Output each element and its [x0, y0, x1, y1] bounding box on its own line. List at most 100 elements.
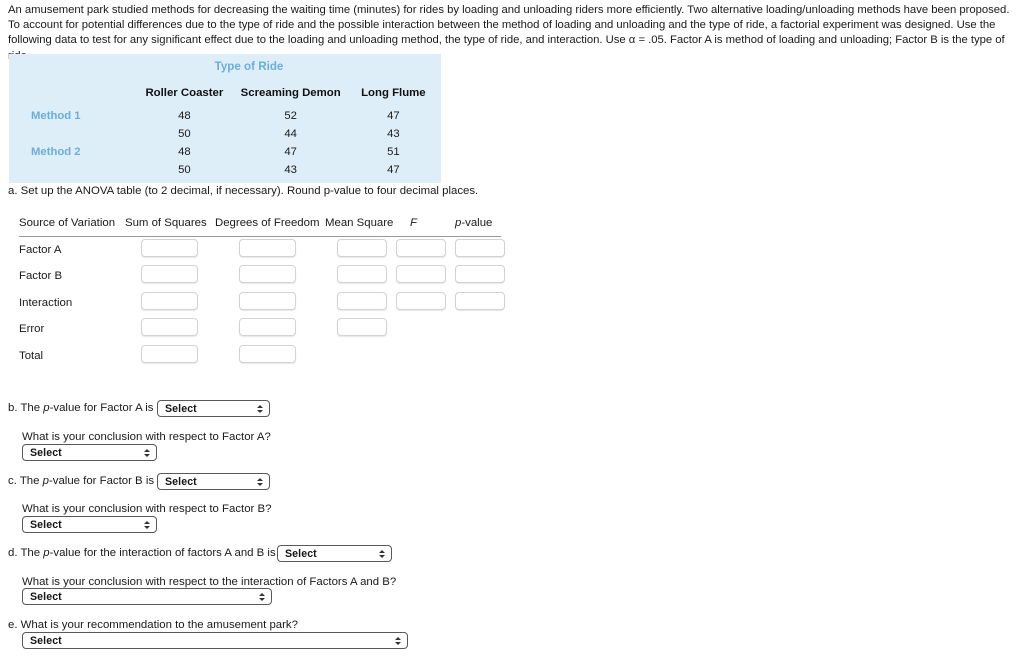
part-d-conclusion-question: What is your conclusion with respect to …: [22, 576, 397, 588]
updown-arrow-icon: [143, 446, 150, 461]
select-pvalue-factor-b[interactable]: Select: [157, 473, 270, 490]
part-c-prompt: c. The p-value for Factor B is: [8, 475, 154, 487]
cell-m1-roller: 48: [178, 110, 191, 122]
header-long-flume: Long Flume: [361, 87, 426, 99]
input-factor-b-df[interactable]: [239, 265, 296, 284]
updown-arrow-icon: [378, 547, 385, 562]
anova-header-source: Source of Variation: [19, 217, 116, 229]
table-row: 50 43 47: [9, 161, 441, 179]
anova-row-total: Total: [19, 343, 501, 369]
anova-label-factor-b: Factor B: [19, 270, 63, 283]
pvalue-italic-p: p: [455, 217, 462, 229]
input-factor-a-ms[interactable]: [337, 239, 387, 257]
input-error-ms[interactable]: [337, 318, 387, 337]
input-factor-b-f[interactable]: [396, 265, 446, 284]
input-error-ss[interactable]: [141, 318, 198, 337]
anova-header-df: Degrees of Freedom: [215, 217, 320, 229]
row-label-blank-1: [9, 125, 133, 143]
part-d-prompt-pre: d. The: [8, 547, 44, 559]
select-pvalue-interaction-value: Select: [285, 548, 317, 560]
input-interaction-p[interactable]: [455, 291, 505, 310]
updown-arrow-icon: [258, 590, 265, 605]
input-interaction-ss[interactable]: [141, 291, 198, 310]
table-row: 50 44 43: [9, 125, 441, 143]
part-c-prompt-post: -value for Factor B is: [48, 475, 155, 487]
input-error-df[interactable]: [239, 318, 296, 337]
input-total-ss[interactable]: [141, 344, 198, 363]
data-table-title: Type of Ride: [214, 60, 284, 73]
select-recommendation-value: Select: [30, 635, 62, 647]
anova-label-factor-a: Factor A: [19, 244, 62, 256]
anova-header-ss: Sum of Squares: [125, 217, 207, 229]
input-factor-a-ss[interactable]: [141, 239, 198, 257]
input-factor-b-p[interactable]: [455, 265, 505, 284]
anova-label-interaction: Interaction: [19, 296, 73, 309]
header-blank: [9, 84, 133, 107]
part-b-prompt-post: -value for Factor A is: [49, 402, 154, 414]
input-interaction-f[interactable]: [396, 291, 446, 310]
part-a-instruction: a. Set up the ANOVA table (to 2 decimal,…: [8, 185, 479, 197]
part-d-prompt: d. The p-value for the interaction of fa…: [8, 547, 276, 559]
select-conclusion-factor-b[interactable]: Select: [22, 516, 157, 533]
part-c-conclusion-question: What is your conclusion with respect to …: [22, 503, 272, 515]
updown-arrow-icon: [143, 518, 150, 533]
anova-header-pvalue: p-value: [455, 217, 493, 229]
input-factor-b-ss[interactable]: [141, 265, 198, 284]
anova-row-interaction: Interaction: [19, 290, 505, 316]
part-b-conclusion-question: What is your conclusion with respect to …: [22, 431, 271, 443]
cell-m1b-demon: 44: [284, 128, 297, 140]
anova-row-factor-b: Factor B: [19, 263, 505, 289]
select-conclusion-factor-a-value: Select: [30, 447, 62, 459]
cell-m1-flume: 47: [387, 110, 400, 122]
select-pvalue-factor-a-value: Select: [165, 403, 197, 415]
ride-data-grid: Roller Coaster Screaming Demon Long Flum…: [9, 84, 441, 179]
part-e-question: e. What is your recommendation to the am…: [8, 619, 298, 631]
select-pvalue-factor-a[interactable]: Select: [157, 400, 270, 417]
select-recommendation[interactable]: Select: [22, 632, 408, 649]
input-factor-a-df[interactable]: [239, 239, 296, 257]
row-label-method-2: Method 2: [31, 146, 81, 158]
part-d-prompt-post: -value for the interaction of factors A …: [49, 547, 276, 559]
select-conclusion-factor-a[interactable]: Select: [22, 444, 157, 461]
cell-m2b-flume: 47: [387, 164, 400, 176]
select-conclusion-factor-b-value: Select: [30, 519, 62, 531]
header-roller-coaster: Roller Coaster: [145, 87, 224, 99]
input-factor-a-f[interactable]: [396, 239, 446, 257]
input-interaction-ms[interactable]: [337, 291, 387, 310]
anova-row-factor-a: Factor A: [19, 237, 505, 263]
row-label-method-1: Method 1: [31, 110, 81, 122]
anova-label-total: Total: [19, 349, 44, 362]
updown-arrow-icon: [256, 475, 263, 490]
input-interaction-df[interactable]: [239, 291, 296, 310]
anova-header-f: F: [410, 217, 417, 229]
select-pvalue-factor-b-value: Select: [165, 476, 197, 488]
cell-m2-flume: 51: [387, 146, 400, 158]
anova-header-ms: Mean Square: [325, 217, 394, 229]
cell-m2b-demon: 43: [284, 164, 297, 176]
table-row: Method 2 48 47 51: [9, 143, 441, 161]
updown-arrow-icon: [256, 402, 263, 417]
cell-m1b-roller: 50: [178, 128, 191, 140]
anova-header-row: Source of Variation Sum of Squares Degre…: [19, 217, 501, 237]
input-factor-a-p[interactable]: [455, 239, 505, 257]
table-header-row: Roller Coaster Screaming Demon Long Flum…: [9, 84, 441, 107]
select-pvalue-interaction[interactable]: Select: [277, 545, 392, 562]
header-screaming-demon: Screaming Demon: [240, 87, 341, 99]
part-b-prompt: b. The p-value for Factor A is: [8, 402, 153, 414]
input-factor-b-ms[interactable]: [337, 265, 387, 284]
cell-m2b-roller: 50: [178, 164, 191, 176]
input-total-df[interactable]: [239, 344, 296, 363]
cell-m2-roller: 48: [178, 146, 191, 158]
cell-m1b-flume: 43: [387, 128, 400, 140]
select-conclusion-interaction[interactable]: Select: [22, 588, 272, 605]
cell-m1-demon: 52: [284, 110, 297, 122]
select-conclusion-interaction-value: Select: [30, 591, 62, 603]
part-b-prompt-pre: b. The: [8, 402, 44, 414]
anova-label-error: Error: [19, 323, 45, 336]
cell-m2-demon: 47: [284, 146, 297, 158]
table-row: Method 1 48 52 47: [9, 107, 441, 125]
anova-table: Source of Variation Sum of Squares Degre…: [19, 217, 505, 369]
part-c-prompt-pre: c. The: [8, 475, 43, 487]
updown-arrow-icon: [394, 634, 401, 649]
data-table: Type of Ride Roller Coaster Screaming De…: [9, 54, 441, 183]
